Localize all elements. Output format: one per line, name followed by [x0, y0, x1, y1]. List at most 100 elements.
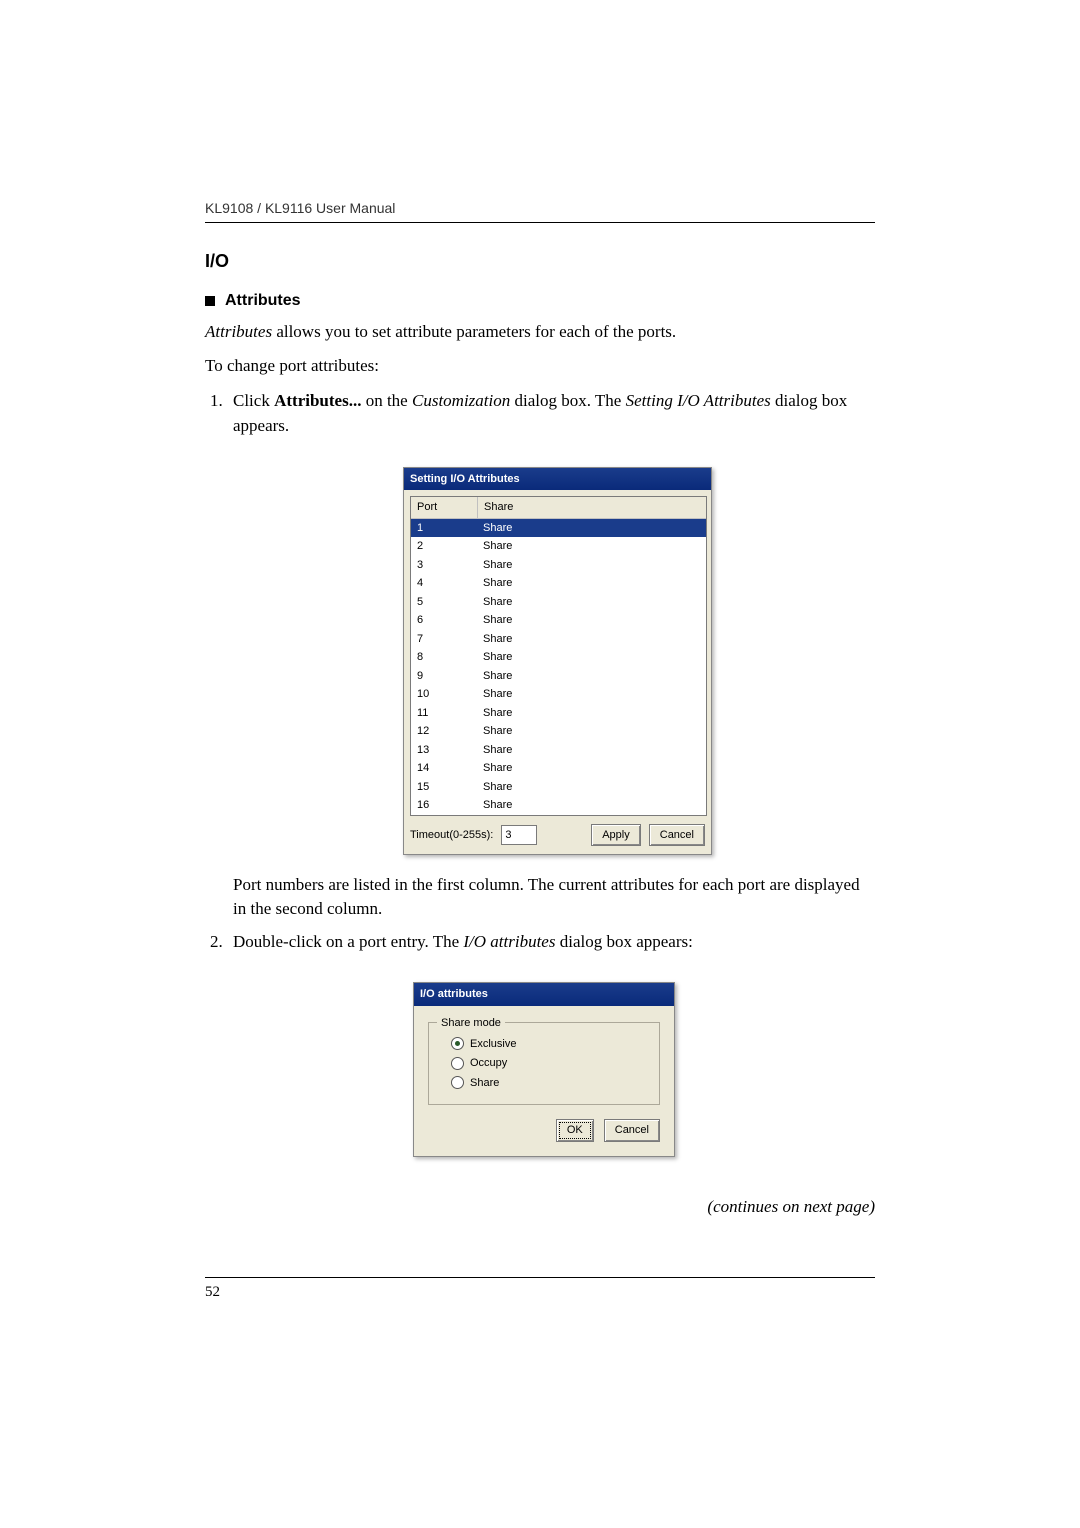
- dialog2-title: I/O attributes: [414, 983, 674, 1006]
- table-row[interactable]: 10Share: [411, 685, 706, 704]
- port-cell: 13: [411, 741, 477, 760]
- subsection-title: Attributes: [225, 292, 301, 310]
- table-row[interactable]: 7Share: [411, 630, 706, 649]
- radio-share[interactable]: Share: [441, 1075, 647, 1092]
- port-cell: 10: [411, 685, 477, 704]
- step-1: Click Attributes... on the Customization…: [227, 388, 875, 921]
- manual-title: KL9108 / KL9116 User Manual: [205, 200, 875, 216]
- apply-button[interactable]: Apply: [591, 824, 641, 847]
- share-cell: Share: [477, 778, 706, 797]
- step-2: Double-click on a port entry. The I/O at…: [227, 929, 875, 1157]
- dialog2-body: Share mode Exclusive Occupy Share: [414, 1006, 674, 1156]
- table-row[interactable]: 16Share: [411, 796, 706, 815]
- radio-occupy[interactable]: Occupy: [441, 1055, 647, 1072]
- dialog2-buttons: OK Cancel: [428, 1119, 660, 1142]
- intro-rest: allows you to set attribute parameters f…: [272, 322, 676, 341]
- dialog1-controls: Timeout(0-255s): 3 Apply Cancel: [410, 824, 705, 847]
- port-cell: 3: [411, 556, 477, 575]
- cancel-button[interactable]: Cancel: [649, 824, 705, 847]
- radio-icon: [451, 1037, 464, 1050]
- timeout-label: Timeout(0-255s):: [410, 827, 493, 844]
- radio-exclusive[interactable]: Exclusive: [441, 1036, 647, 1053]
- port-cell: 4: [411, 574, 477, 593]
- table-row[interactable]: 6Share: [411, 611, 706, 630]
- port-cell: 8: [411, 648, 477, 667]
- port-table[interactable]: Port Share 1Share2Share3Share4Share5Shar…: [410, 496, 707, 816]
- share-cell: Share: [477, 741, 706, 760]
- ok-button[interactable]: OK: [556, 1119, 594, 1142]
- share-cell: Share: [477, 556, 706, 575]
- page-number: 52: [205, 1284, 875, 1301]
- groupbox-legend: Share mode: [437, 1015, 505, 1032]
- s2-post: dialog box appears:: [555, 932, 692, 951]
- port-table-header: Port Share: [411, 497, 706, 519]
- share-cell: Share: [477, 704, 706, 723]
- table-row[interactable]: 1Share: [411, 519, 706, 538]
- s2-pre: Double-click on a port entry. The: [233, 932, 463, 951]
- port-header-share: Share: [478, 497, 519, 518]
- port-cell: 15: [411, 778, 477, 797]
- port-cell: 2: [411, 537, 477, 556]
- radio-share-label: Share: [470, 1075, 499, 1092]
- port-cell: 5: [411, 593, 477, 612]
- share-cell: Share: [477, 759, 706, 778]
- table-row[interactable]: 3Share: [411, 556, 706, 575]
- s1-mid: on the: [361, 391, 412, 410]
- cancel-button-2[interactable]: Cancel: [604, 1119, 660, 1142]
- timeout-input[interactable]: 3: [501, 825, 537, 846]
- table-row[interactable]: 5Share: [411, 593, 706, 612]
- table-row[interactable]: 14Share: [411, 759, 706, 778]
- share-cell: Share: [477, 796, 706, 815]
- share-cell: Share: [477, 722, 706, 741]
- dialog1-body: Port Share 1Share2Share3Share4Share5Shar…: [404, 490, 711, 854]
- table-row[interactable]: 15Share: [411, 778, 706, 797]
- radio-occupy-label: Occupy: [470, 1055, 507, 1072]
- steps-list: Click Attributes... on the Customization…: [205, 388, 875, 1157]
- radio-icon: [451, 1076, 464, 1089]
- share-cell: Share: [477, 537, 706, 556]
- io-attributes-dialog: I/O attributes Share mode Exclusive Occu…: [413, 982, 675, 1157]
- table-row[interactable]: 9Share: [411, 667, 706, 686]
- change-line: To change port attributes:: [205, 354, 875, 378]
- footer-rule: [205, 1277, 875, 1278]
- radio-exclusive-label: Exclusive: [470, 1036, 516, 1053]
- share-cell: Share: [477, 611, 706, 630]
- dialog1-title: Setting I/O Attributes: [404, 468, 711, 491]
- table-row[interactable]: 13Share: [411, 741, 706, 760]
- document-page: KL9108 / KL9116 User Manual I/O Attribut…: [205, 200, 875, 1301]
- s1-bold: Attributes...: [274, 391, 361, 410]
- section-heading: I/O: [205, 251, 875, 272]
- table-row[interactable]: 4Share: [411, 574, 706, 593]
- intro-paragraph: Attributes allows you to set attribute p…: [205, 320, 875, 344]
- table-row[interactable]: 2Share: [411, 537, 706, 556]
- step1-after-text: Port numbers are listed in the first col…: [233, 873, 875, 921]
- port-cell: 16: [411, 796, 477, 815]
- share-cell: Share: [477, 648, 706, 667]
- table-row[interactable]: 8Share: [411, 648, 706, 667]
- radio-icon: [451, 1057, 464, 1070]
- subsection-row: Attributes: [205, 292, 875, 310]
- port-cell: 1: [411, 519, 477, 538]
- share-cell: Share: [477, 667, 706, 686]
- share-cell: Share: [477, 574, 706, 593]
- table-row[interactable]: 12Share: [411, 722, 706, 741]
- share-cell: Share: [477, 685, 706, 704]
- page-footer: 52: [205, 1277, 875, 1301]
- s1-italic1: Customization: [412, 391, 510, 410]
- share-cell: Share: [477, 630, 706, 649]
- port-cell: 9: [411, 667, 477, 686]
- share-cell: Share: [477, 519, 706, 538]
- intro-attributes-word: Attributes: [205, 322, 272, 341]
- header-rule: [205, 222, 875, 223]
- continues-note: (continues on next page): [205, 1197, 875, 1217]
- s2-italic: I/O attributes: [463, 932, 555, 951]
- port-cell: 7: [411, 630, 477, 649]
- port-cell: 6: [411, 611, 477, 630]
- square-bullet-icon: [205, 296, 215, 306]
- port-cell: 11: [411, 704, 477, 723]
- port-cell: 14: [411, 759, 477, 778]
- share-cell: Share: [477, 593, 706, 612]
- table-row[interactable]: 11Share: [411, 704, 706, 723]
- port-cell: 12: [411, 722, 477, 741]
- s1-italic2: Setting I/O Attributes: [626, 391, 771, 410]
